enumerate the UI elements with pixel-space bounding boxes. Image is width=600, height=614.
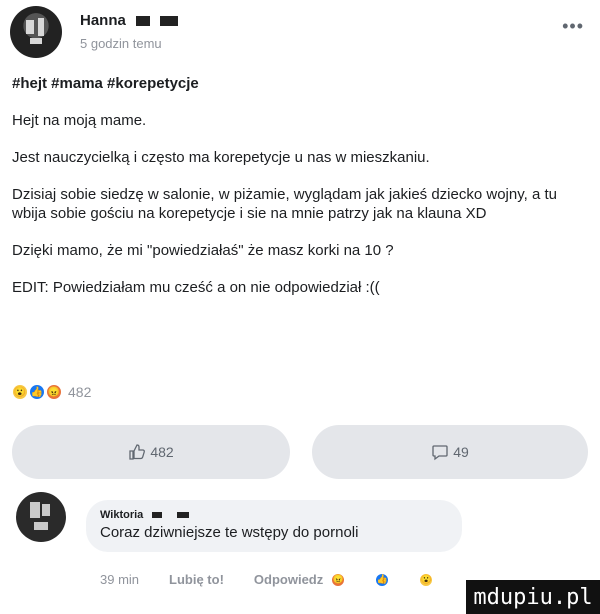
redacted-surname-2 bbox=[160, 16, 179, 27]
wow-reaction-icon: 😮 bbox=[419, 572, 434, 587]
commenter-avatar[interactable] bbox=[16, 492, 66, 542]
commenter-name-text[interactable]: Wiktoria bbox=[100, 509, 143, 521]
reactions-summary[interactable]: 😮 👍 😠 482 bbox=[12, 382, 91, 402]
redacted-surname-2 bbox=[177, 512, 190, 519]
redacted-surname bbox=[152, 512, 163, 519]
comment-reactions[interactable]: 😠 👍 😮 bbox=[331, 572, 463, 587]
wow-reaction-icon: 😮 bbox=[12, 384, 28, 400]
author-avatar[interactable] bbox=[10, 6, 62, 58]
comment-bubble-icon bbox=[431, 443, 449, 461]
post-body: #hejt #mama #korepetycje Hejt na moją ma… bbox=[12, 74, 582, 297]
post-paragraph-5: EDIT: Powiedziałam mu cześć a on nie odp… bbox=[12, 279, 380, 296]
watermark-logo: mdupiu.pl bbox=[466, 580, 600, 614]
redacted-surname bbox=[136, 16, 151, 27]
post-paragraph-4: Dzięki mamo, że mi "powiedziałaś" że mas… bbox=[12, 242, 394, 259]
angry-reaction-icon: 😠 bbox=[46, 384, 62, 400]
angry-reaction-icon: 😠 bbox=[331, 572, 346, 587]
post-hashtags[interactable]: #hejt #mama #korepetycje bbox=[12, 74, 582, 93]
comment-like-link[interactable]: Lubię to! bbox=[169, 572, 224, 587]
post-header: Hanna 5 godzin temu ••• bbox=[10, 6, 590, 58]
comment-bubble: Wiktoria Coraz dziwniejsze te wstępy do … bbox=[86, 500, 462, 552]
comment-actions: 39 min Lubię to! Odpowiedz 😠 👍 😮 bbox=[100, 572, 493, 587]
author-name[interactable]: Hanna bbox=[80, 12, 179, 29]
reaction-count: 482 bbox=[68, 384, 92, 400]
thumbs-up-icon bbox=[128, 443, 146, 461]
comment-text: Coraz dziwniejsze te wstępy do pornoli bbox=[100, 524, 359, 541]
comment-count: 49 bbox=[453, 444, 469, 460]
post-timestamp[interactable]: 5 godzin temu bbox=[80, 36, 162, 51]
comment-time[interactable]: 39 min bbox=[100, 572, 139, 587]
like-reaction-icon: 👍 bbox=[375, 572, 390, 587]
like-count: 482 bbox=[150, 444, 174, 460]
like-button[interactable]: 482 bbox=[12, 425, 290, 479]
post-paragraph-1: Hejt na moją mame. bbox=[12, 112, 147, 129]
post-paragraph-3: Dzisiaj sobie siedzę w salonie, w piżami… bbox=[12, 186, 557, 222]
author-name-text[interactable]: Hanna bbox=[80, 12, 126, 29]
comment-reply-link[interactable]: Odpowiedz bbox=[254, 572, 323, 587]
post-paragraph-2: Jest nauczycielką i często ma korepetycj… bbox=[12, 149, 430, 166]
commenter-name[interactable]: Wiktoria bbox=[100, 509, 448, 521]
ellipsis-icon[interactable]: ••• bbox=[562, 16, 584, 37]
comment-button[interactable]: 49 bbox=[312, 425, 588, 479]
like-reaction-icon: 👍 bbox=[29, 384, 45, 400]
